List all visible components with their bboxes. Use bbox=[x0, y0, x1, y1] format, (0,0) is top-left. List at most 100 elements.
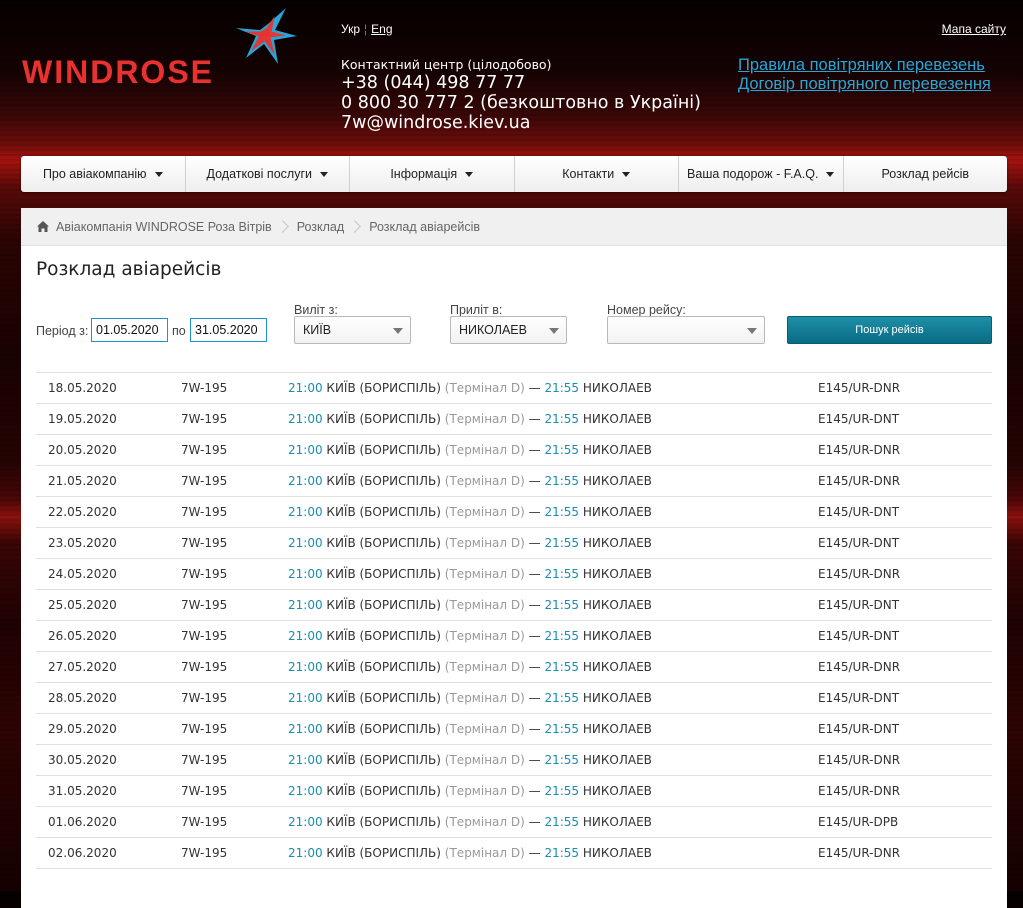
flight-number: 7W-195 bbox=[181, 474, 228, 488]
nav-info[interactable]: Інформація bbox=[350, 156, 515, 192]
arrival-airport: НИКОЛАЕВ bbox=[582, 660, 652, 674]
schedule-row: 28.05.2020 7W-195 21:00 КИЇВ (БОРИСПІЛЬ)… bbox=[36, 683, 992, 714]
departure-time: 21:00 bbox=[288, 753, 323, 767]
home-icon[interactable] bbox=[37, 221, 49, 232]
arrival-time: 21:55 bbox=[544, 722, 580, 736]
main-nav: Про авіакомпанію Додаткові послуги Інфор… bbox=[21, 156, 1007, 192]
arrival-time: 21:55 bbox=[544, 536, 580, 550]
phone-free: 0 800 30 777 2 (безкоштовно в Україні) bbox=[341, 93, 701, 113]
route-dash: — bbox=[528, 784, 541, 798]
route-dash: — bbox=[528, 474, 541, 488]
departure-airport: КИЇВ (БОРИСПІЛЬ) bbox=[326, 536, 441, 550]
route-dash: — bbox=[528, 753, 541, 767]
departure-time: 21:00 bbox=[288, 722, 323, 736]
flight-route: 21:00 КИЇВ (БОРИСПІЛЬ) (Термінал D) — 21… bbox=[288, 815, 652, 829]
nav-faq[interactable]: Ваша подорож - F.A.Q. bbox=[679, 156, 844, 192]
departure-time: 21:00 bbox=[288, 784, 323, 798]
departure-airport: КИЇВ (БОРИСПІЛЬ) bbox=[326, 660, 441, 674]
nav-services[interactable]: Додаткові послуги bbox=[186, 156, 350, 192]
flight-number: 7W-195 bbox=[181, 381, 228, 395]
nav-about[interactable]: Про авіакомпанію bbox=[21, 156, 186, 192]
aircraft: E145/UR-DNT bbox=[818, 412, 900, 426]
chevron-down-icon bbox=[154, 171, 163, 177]
flight-number: 7W-195 bbox=[181, 784, 228, 798]
search-flights-button[interactable]: Пошук рейсів bbox=[787, 316, 992, 344]
arrival-airport: НИКОЛАЕВ bbox=[582, 598, 652, 612]
breadcrumb-home[interactable]: Авіакомпанія WINDROSE Роза Вітрів bbox=[56, 220, 272, 234]
arrival-time: 21:55 bbox=[544, 505, 580, 519]
arrival-time: 21:55 bbox=[544, 629, 580, 643]
nav-info-label: Інформація bbox=[390, 167, 458, 181]
sitemap-link[interactable]: Мапа сайту bbox=[942, 22, 1006, 36]
flight-number: 7W-195 bbox=[181, 691, 228, 705]
aircraft: E145/UR-DNR bbox=[818, 567, 901, 581]
flight-number: 7W-195 bbox=[181, 753, 228, 767]
aircraft: E145/UR-DNR bbox=[818, 474, 901, 488]
chevron-down-icon bbox=[826, 171, 835, 177]
air-transport-rules-link[interactable]: Правила повітряних перевезень bbox=[738, 56, 991, 75]
departure-airport: КИЇВ (БОРИСПІЛЬ) bbox=[326, 784, 441, 798]
aircraft: E145/UR-DNT bbox=[818, 629, 900, 643]
flight-route: 21:00 КИЇВ (БОРИСПІЛЬ) (Термінал D) — 21… bbox=[288, 505, 652, 519]
schedule-row: 24.05.2020 7W-195 21:00 КИЇВ (БОРИСПІЛЬ)… bbox=[36, 559, 992, 590]
windrose-logo[interactable]: WINDROSE bbox=[22, 6, 302, 90]
schedule-list: 18.05.2020 7W-195 21:00 КИЇВ (БОРИСПІЛЬ)… bbox=[36, 372, 992, 869]
arrival-airport: НИКОЛАЕВ bbox=[582, 629, 652, 643]
arrival-airport: НИКОЛАЕВ bbox=[582, 536, 652, 550]
nav-schedule[interactable]: Розклад рейсів bbox=[844, 156, 1008, 192]
arrival-select[interactable]: НИКОЛАЕВ bbox=[450, 316, 567, 344]
aircraft: E145/UR-DNR bbox=[818, 753, 901, 767]
departure-time: 21:00 bbox=[288, 567, 323, 581]
departure-terminal: (Термінал D) bbox=[444, 815, 525, 829]
nav-contacts[interactable]: Контакти bbox=[515, 156, 679, 192]
content-panel: Авіакомпанія WINDROSE Роза Вітрів Розкла… bbox=[21, 208, 1007, 908]
flight-number: 7W-195 bbox=[181, 443, 228, 457]
route-dash: — bbox=[528, 412, 541, 426]
lang-eng[interactable]: Eng bbox=[371, 22, 392, 36]
flight-number: 7W-195 bbox=[181, 722, 228, 736]
flight-route: 21:00 КИЇВ (БОРИСПІЛЬ) (Термінал D) — 21… bbox=[288, 722, 652, 736]
dropdown-arrow-icon bbox=[393, 328, 403, 334]
schedule-row: 23.05.2020 7W-195 21:00 КИЇВ (БОРИСПІЛЬ)… bbox=[36, 528, 992, 559]
departure-time: 21:00 bbox=[288, 381, 323, 395]
arrival-time: 21:55 bbox=[544, 443, 580, 457]
breadcrumb: Авіакомпанія WINDROSE Роза Вітрів Розкла… bbox=[21, 208, 1007, 246]
flight-number: 7W-195 bbox=[181, 815, 228, 829]
departure-time: 21:00 bbox=[288, 598, 323, 612]
arrival-airport: НИКОЛАЕВ bbox=[582, 412, 652, 426]
flight-date: 20.05.2020 bbox=[48, 443, 117, 457]
chevron-down-icon bbox=[622, 171, 631, 177]
route-dash: — bbox=[528, 846, 541, 860]
schedule-row: 20.05.2020 7W-195 21:00 КИЇВ (БОРИСПІЛЬ)… bbox=[36, 435, 992, 466]
nav-services-label: Додаткові послуги bbox=[206, 167, 313, 181]
route-dash: — bbox=[528, 381, 541, 395]
departure-select[interactable]: КИЇВ bbox=[294, 316, 411, 344]
departure-airport: КИЇВ (БОРИСПІЛЬ) bbox=[326, 722, 441, 736]
departure-value: КИЇВ bbox=[303, 323, 332, 337]
air-transport-contract-link[interactable]: Договір повітряного перевезення bbox=[738, 75, 991, 94]
flight-route: 21:00 КИЇВ (БОРИСПІЛЬ) (Термінал D) — 21… bbox=[288, 629, 652, 643]
route-dash: — bbox=[528, 722, 541, 736]
arrival-airport: НИКОЛАЕВ bbox=[582, 443, 652, 457]
departure-time: 21:00 bbox=[288, 412, 323, 426]
date-to-input[interactable]: 31.05.2020 bbox=[190, 318, 267, 342]
departure-time: 21:00 bbox=[288, 536, 323, 550]
route-dash: — bbox=[528, 629, 541, 643]
arrival-time: 21:55 bbox=[544, 567, 580, 581]
period-label: Період з: bbox=[36, 324, 89, 338]
arrival-label: Приліт в: bbox=[450, 303, 503, 317]
departure-airport: КИЇВ (БОРИСПІЛЬ) bbox=[326, 691, 441, 705]
date-from-input[interactable]: 01.05.2020 bbox=[91, 318, 168, 342]
breadcrumb-separator-icon bbox=[348, 220, 362, 233]
nav-schedule-label: Розклад рейсів bbox=[881, 167, 969, 181]
breadcrumb-schedule[interactable]: Розклад bbox=[297, 220, 344, 234]
lang-ukr[interactable]: Укр bbox=[341, 22, 360, 36]
departure-terminal: (Термінал D) bbox=[444, 691, 525, 705]
flight-number-select[interactable] bbox=[607, 316, 765, 344]
flight-number: 7W-195 bbox=[181, 536, 228, 550]
departure-time: 21:00 bbox=[288, 505, 323, 519]
departure-time: 21:00 bbox=[288, 691, 323, 705]
arrival-time: 21:55 bbox=[544, 691, 580, 705]
flight-route: 21:00 КИЇВ (БОРИСПІЛЬ) (Термінал D) — 21… bbox=[288, 536, 652, 550]
arrival-time: 21:55 bbox=[544, 381, 580, 395]
